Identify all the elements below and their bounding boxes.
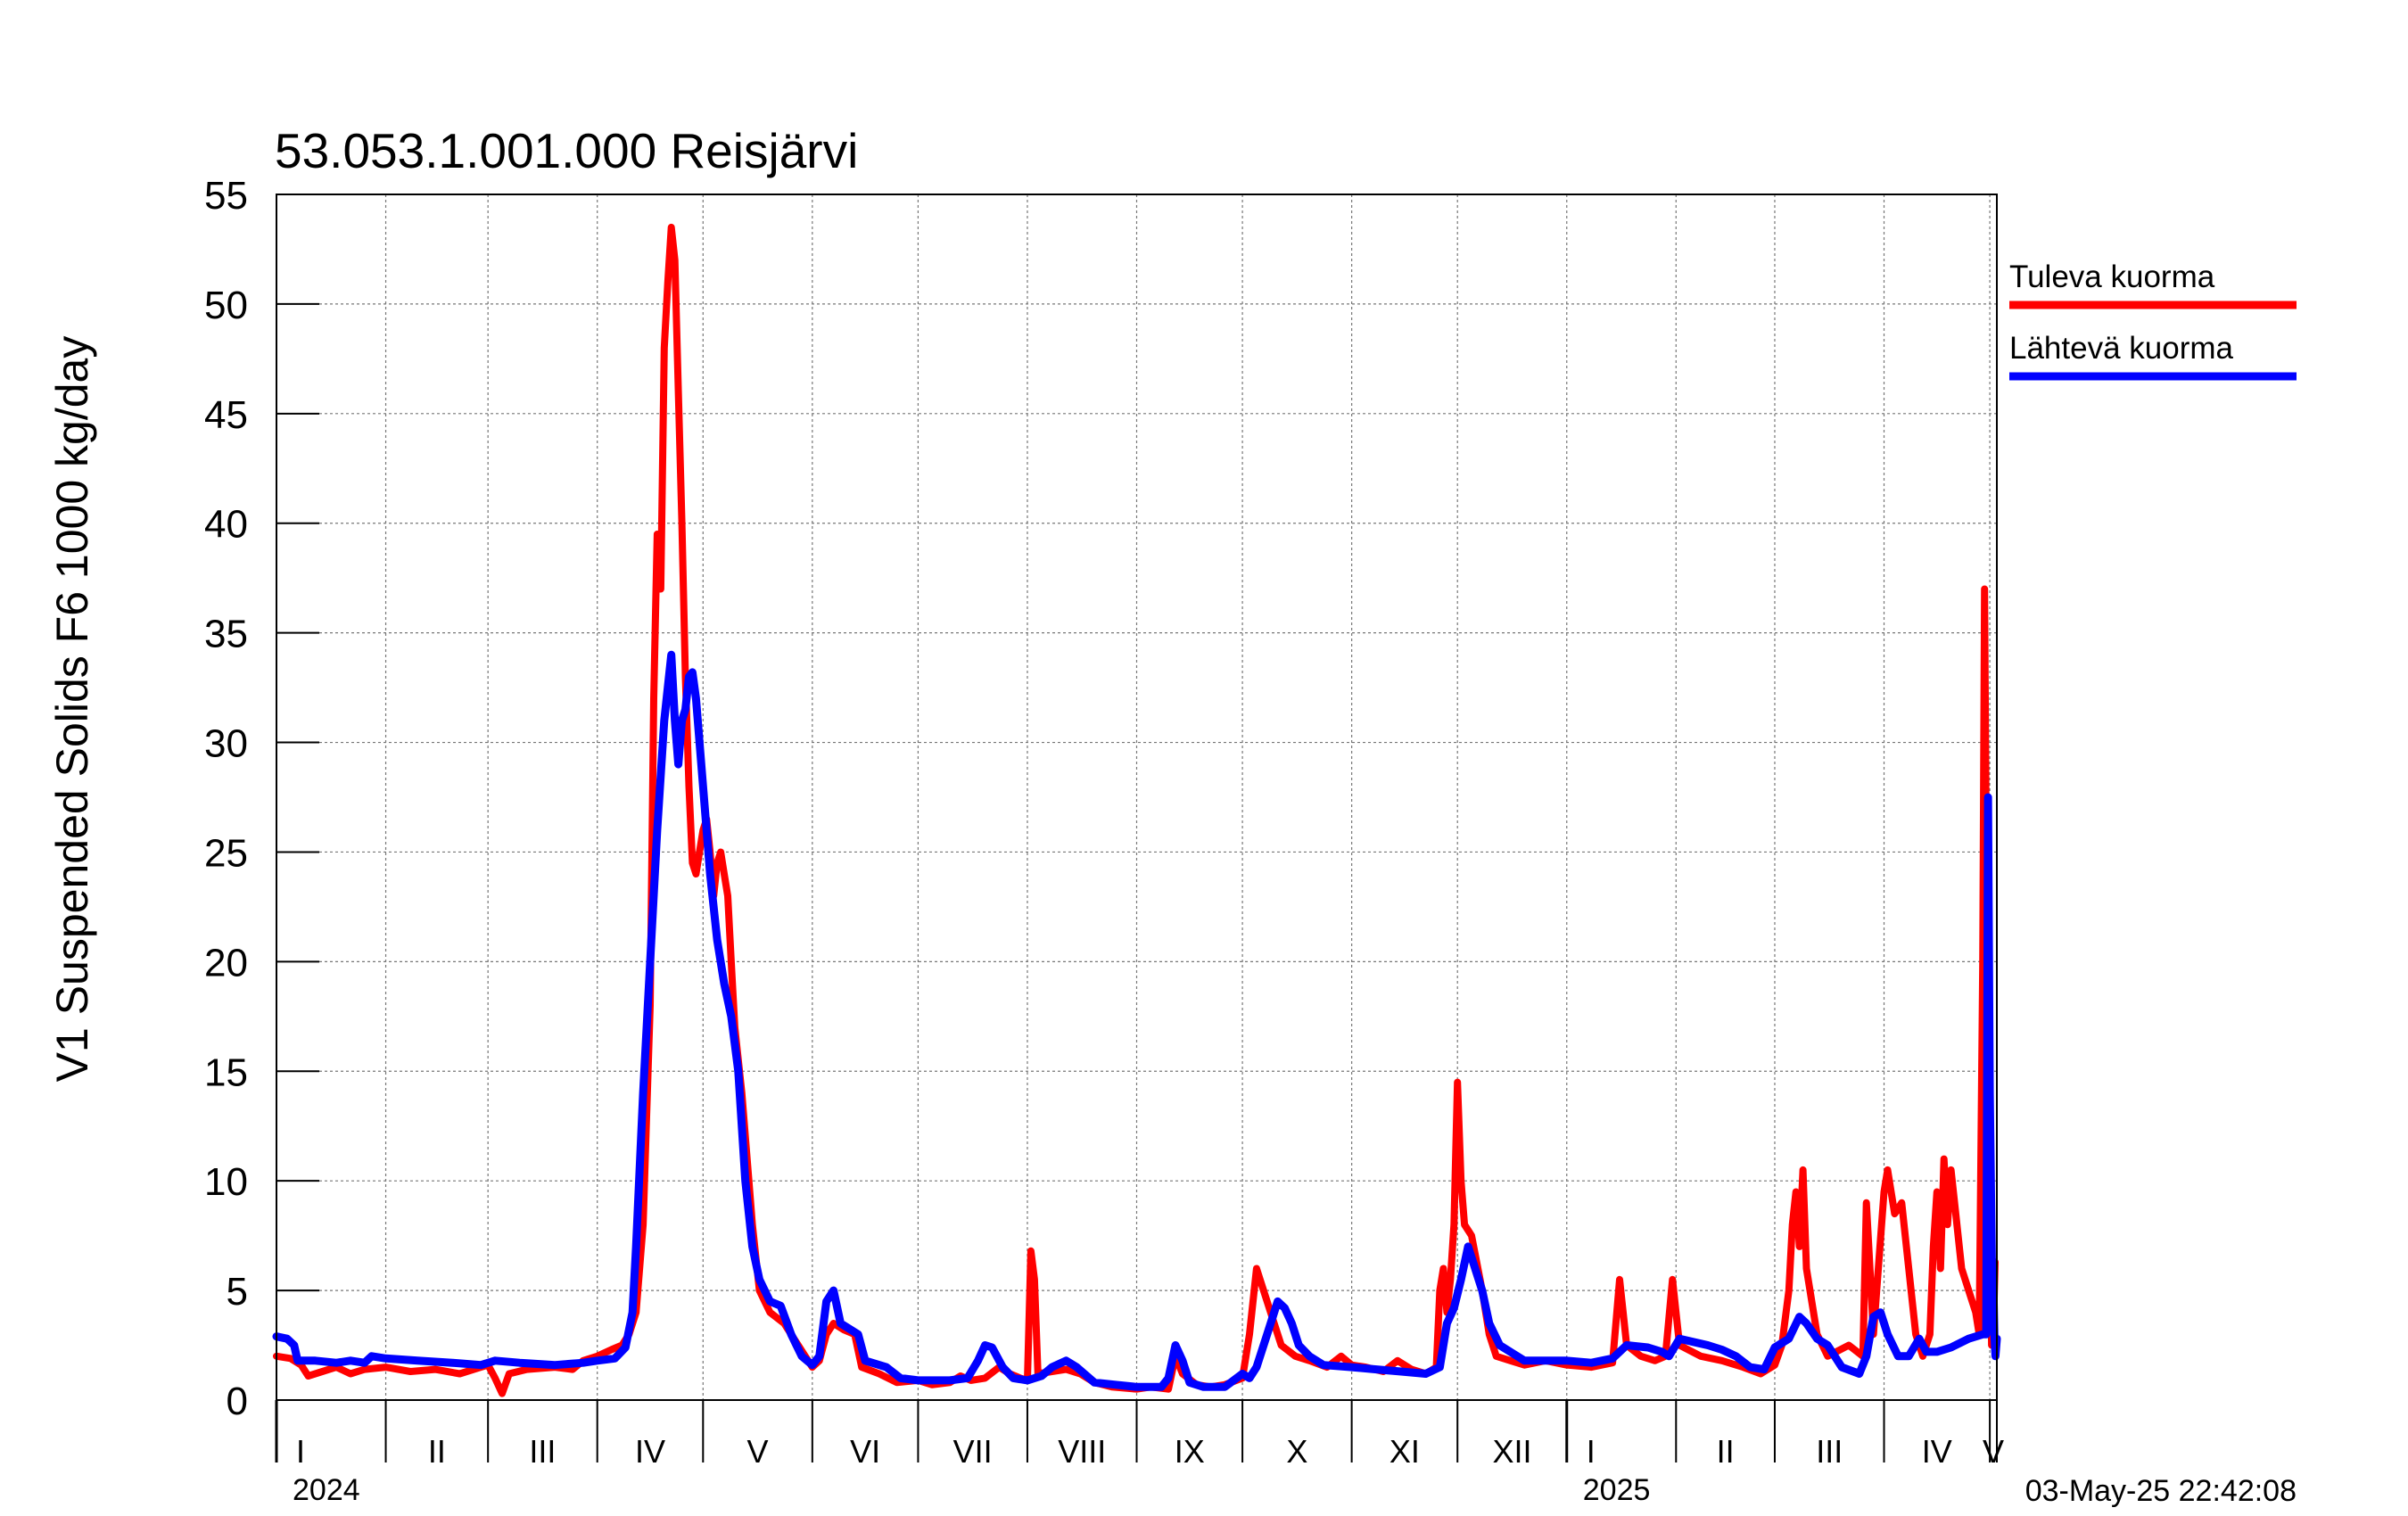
y-tick-label: 50 bbox=[204, 284, 248, 327]
chart: 53.053.1.001.000 Reisjärvi V1 Suspended … bbox=[47, 123, 2297, 1508]
grid bbox=[276, 194, 1997, 1400]
month-label: IV bbox=[635, 1433, 665, 1470]
month-label: IV bbox=[1922, 1433, 1952, 1470]
month-label: V bbox=[1983, 1433, 2004, 1470]
month-label: X bbox=[1286, 1433, 1307, 1470]
chart-title: 53.053.1.001.000 Reisjärvi bbox=[275, 123, 858, 178]
legend-label-2: Lähtevä kuorma bbox=[2009, 331, 2234, 366]
month-label: I bbox=[296, 1433, 305, 1470]
month-label: II bbox=[428, 1433, 446, 1470]
month-label: III bbox=[529, 1433, 556, 1470]
month-label: VIII bbox=[1058, 1433, 1106, 1470]
y-axis-label: V1 Suspended Solids F6 1000 kg/day bbox=[47, 336, 97, 1083]
y-tick-label: 20 bbox=[204, 941, 248, 985]
month-label: III bbox=[1816, 1433, 1843, 1470]
y-tick-label: 55 bbox=[204, 174, 248, 218]
month-label: IX bbox=[1175, 1433, 1205, 1470]
month-label: XI bbox=[1390, 1433, 1420, 1470]
legend-label-1: Tuleva kuorma bbox=[2009, 260, 2215, 294]
month-label: XII bbox=[1492, 1433, 1531, 1470]
y-tick-label: 5 bbox=[227, 1270, 248, 1314]
y-tick-label: 30 bbox=[204, 722, 248, 766]
month-label: VI bbox=[850, 1433, 880, 1470]
series-line-1 bbox=[273, 223, 1999, 1397]
y-tick-label: 25 bbox=[204, 831, 248, 875]
month-label: II bbox=[1717, 1433, 1735, 1470]
y-tick-label: 45 bbox=[204, 393, 248, 437]
legend: Tuleva kuorma Lähtevä kuorma bbox=[2009, 260, 2297, 381]
timestamp: 03-May-25 22:42:08 bbox=[2025, 1474, 2297, 1508]
y-tick-label: 0 bbox=[227, 1380, 248, 1423]
y-tick-label: 35 bbox=[204, 613, 248, 656]
month-label: VII bbox=[953, 1433, 993, 1470]
year-label: 2025 bbox=[1583, 1473, 1651, 1507]
y-tick-label: 40 bbox=[204, 503, 248, 547]
y-tick-label: 15 bbox=[204, 1050, 248, 1094]
y-tick-label: 10 bbox=[204, 1160, 248, 1204]
month-label: I bbox=[1587, 1433, 1596, 1470]
plot-frame bbox=[276, 194, 1998, 1401]
year-label: 2024 bbox=[293, 1473, 360, 1507]
y-axis: 0 5 10 15 20 25 30 35 40 45 50 55 bbox=[204, 174, 319, 1423]
month-label: V bbox=[747, 1433, 769, 1470]
x-axis: I II III IV V VI VII VIII IX X XI XII I II III IV V2024 2… bbox=[275, 1400, 2004, 1507]
